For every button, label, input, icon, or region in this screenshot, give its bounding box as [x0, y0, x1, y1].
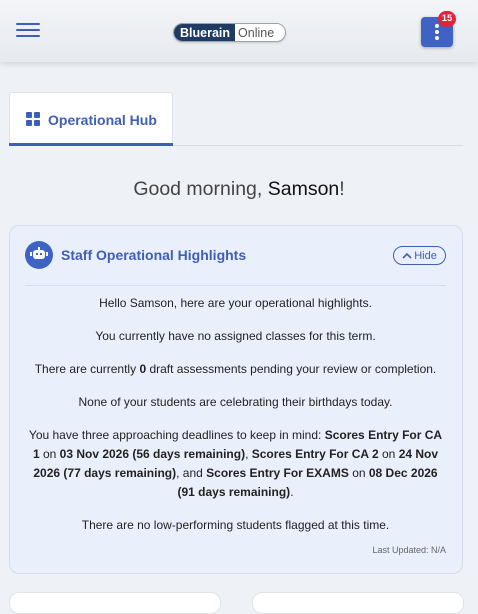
- deadline-date: 03 Nov 2026 (56 days remaining): [59, 447, 246, 461]
- highlight-classes: You currently have no assigned classes f…: [95, 329, 376, 343]
- logo-text-secondary: Online: [238, 25, 275, 40]
- top-navbar: Bluerain Online 15: [0, 0, 478, 62]
- card-divider: [25, 285, 446, 286]
- highlight-drafts: There are currently 0 draft assessments …: [34, 362, 437, 376]
- highlight-intro: Hello Samson, here are your operational …: [99, 296, 372, 310]
- user-name: Samson: [267, 178, 340, 200]
- greeting: Good morning, Samson!: [133, 178, 345, 200]
- robot-icon: [25, 241, 53, 269]
- hide-label: Hide: [414, 249, 437, 262]
- logo-text-primary: Bluerain: [174, 24, 236, 41]
- summary-card-left: [9, 592, 221, 614]
- chevron-up-icon: [402, 252, 412, 259]
- brand-logo[interactable]: Bluerain Online: [173, 23, 286, 42]
- deadline-name: Scores Entry For EXAMS: [206, 466, 349, 480]
- summary-card-right: [252, 592, 464, 614]
- last-updated: Last Updated: N/A: [372, 545, 446, 555]
- highlight-deadlines: You have three approaching deadlines to …: [28, 428, 443, 499]
- notification-count-badge: 15: [438, 11, 456, 27]
- highlights-title: Staff Operational Highlights: [61, 247, 247, 263]
- hamburger-menu-icon[interactable]: [16, 22, 42, 40]
- tab-operational-hub[interactable]: Operational Hub: [9, 92, 173, 146]
- tab-label: Operational Hub: [48, 112, 157, 128]
- active-tab-indicator: [9, 143, 173, 146]
- hide-highlights-button[interactable]: Hide: [393, 246, 446, 265]
- highlight-low-performing: There are no low-performing students fla…: [81, 518, 390, 532]
- deadline-name: Scores Entry For CA 2: [251, 447, 379, 461]
- grid-icon: [26, 112, 40, 126]
- tab-bar-divider: [173, 145, 463, 146]
- highlight-birthdays: None of your students are celebrating th…: [78, 395, 393, 409]
